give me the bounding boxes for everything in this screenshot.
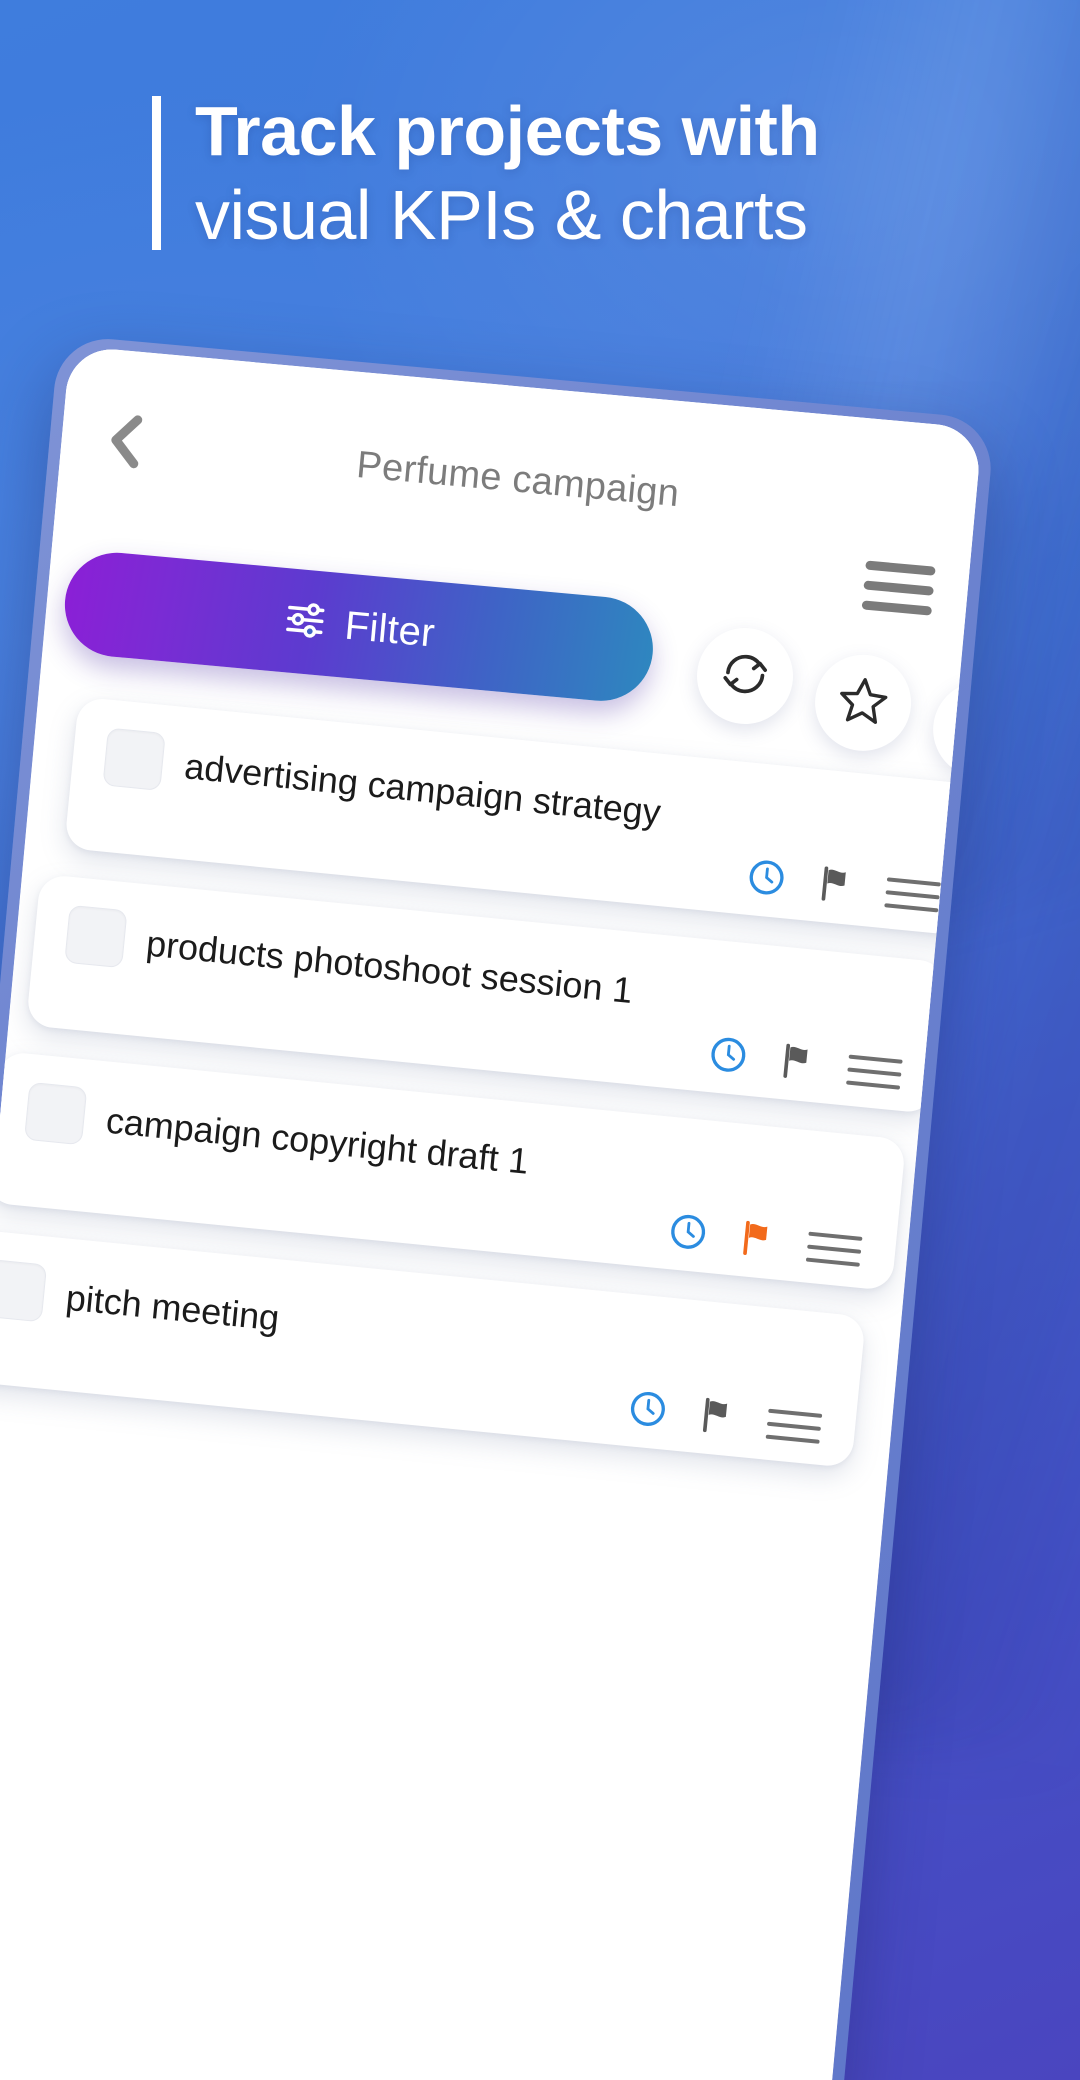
sync-refresh-icon: [717, 645, 774, 706]
headline-accent-bar: [152, 96, 161, 250]
menu-bar-3: [861, 599, 933, 616]
task-checkbox[interactable]: [64, 904, 128, 969]
menu-bar-2: [863, 579, 934, 596]
flag-icon[interactable]: [814, 862, 858, 911]
task-meta: [666, 1210, 863, 1274]
drag-handle-icon[interactable]: [846, 1054, 903, 1090]
menu-bar-1: [865, 559, 936, 576]
sync-button[interactable]: [692, 623, 798, 729]
star-button[interactable]: [810, 650, 916, 755]
task-title: products photoshoot session 1: [144, 922, 635, 1012]
drag-handle-icon[interactable]: [765, 1408, 823, 1444]
star-icon: [834, 671, 893, 735]
flag-icon[interactable]: [776, 1040, 820, 1089]
clock-icon[interactable]: [626, 1387, 670, 1436]
app-screen: Perfume campaign Filter advertising camp…: [0, 345, 983, 2080]
promo-screenshot: Track projects with visual KPIs & charts: [0, 0, 1080, 2080]
filter-button-label: Filter: [342, 603, 437, 656]
task-checkbox[interactable]: [0, 1258, 48, 1323]
headline-line-1: Track projects with: [195, 92, 820, 170]
task-title: campaign copyright draft 1: [104, 1099, 531, 1182]
phone-mockup: Perfume campaign Filter advertising camp…: [0, 334, 996, 2080]
headline-text: Track projects with visual KPIs & charts: [195, 96, 820, 250]
clock-icon[interactable]: [706, 1033, 750, 1082]
sliders-filter-icon: [281, 596, 329, 649]
drag-handle-icon[interactable]: [884, 876, 941, 912]
phone-screen: Perfume campaign Filter advertising camp…: [0, 345, 983, 2080]
task-checkbox[interactable]: [23, 1081, 88, 1146]
clock-icon[interactable]: [744, 856, 788, 905]
task-meta: [744, 856, 941, 920]
task-meta: [626, 1387, 823, 1451]
clock-icon[interactable]: [666, 1210, 710, 1259]
drag-handle-icon[interactable]: [805, 1231, 863, 1267]
headline-line-2: visual KPIs & charts: [195, 176, 808, 254]
task-checkbox[interactable]: [102, 727, 166, 791]
task-meta: [706, 1033, 903, 1097]
page-title: Perfume campaign: [354, 444, 682, 516]
task-title: pitch meeting: [64, 1276, 282, 1339]
promo-headline: Track projects with visual KPIs & charts: [152, 96, 820, 250]
flag-icon[interactable]: [695, 1394, 739, 1443]
flag-icon[interactable]: [735, 1217, 779, 1266]
task-title: advertising campaign strategy: [182, 745, 663, 833]
